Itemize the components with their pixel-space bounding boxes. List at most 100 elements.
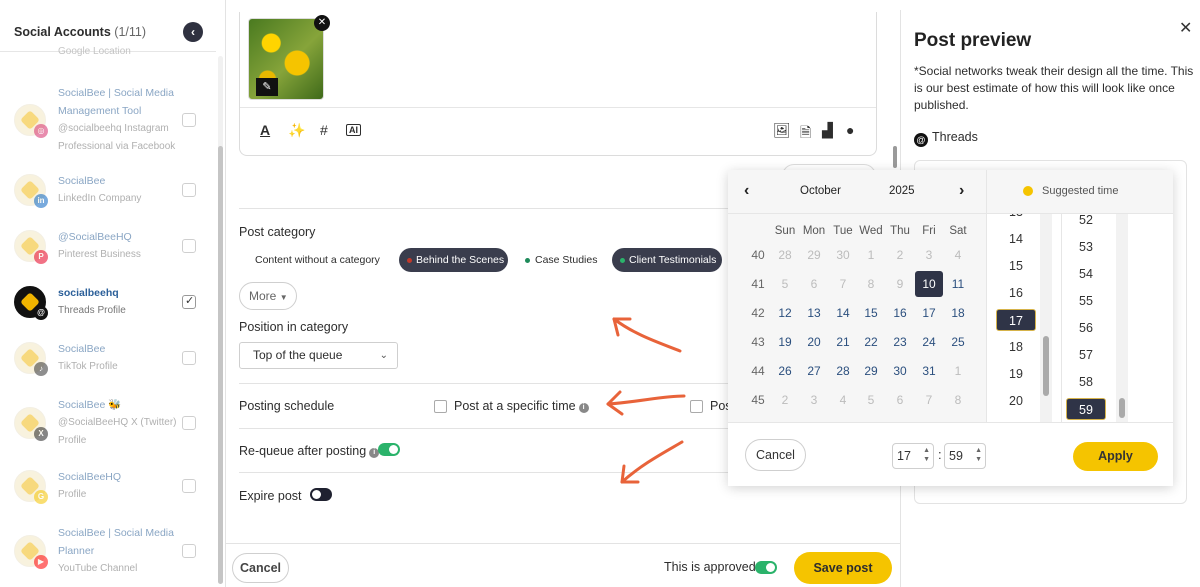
minute-option[interactable]: 53 — [1066, 236, 1106, 258]
hour-option[interactable]: 14 — [996, 228, 1036, 250]
minute-scrollbar-thumb[interactable] — [1119, 398, 1125, 418]
calendar-day[interactable]: 6 — [886, 387, 914, 413]
calendar-day[interactable]: 20 — [800, 329, 828, 355]
hashtag-icon[interactable]: # — [320, 122, 328, 138]
calendar-day[interactable]: 11 — [944, 271, 972, 297]
editor-scrollbar-thumb[interactable] — [893, 146, 897, 168]
account-checkbox[interactable] — [182, 544, 196, 558]
hour-option[interactable]: 18 — [996, 336, 1036, 358]
approved-toggle[interactable] — [755, 561, 777, 574]
account-checkbox[interactable] — [182, 479, 196, 493]
account-checkbox[interactable] — [182, 294, 196, 309]
calendar-day[interactable]: 5 — [857, 387, 885, 413]
account-checkbox[interactable] — [182, 113, 196, 127]
calendar-day[interactable]: 3 — [915, 242, 943, 268]
minute-option[interactable]: 52 — [1066, 214, 1106, 231]
calendar-day[interactable]: 16 — [886, 300, 914, 326]
second-schedule-checkbox[interactable] — [690, 400, 703, 413]
stepper-icon[interactable]: ▲ ▼ — [975, 446, 982, 464]
chevron-left-icon[interactable]: ‹ — [744, 182, 749, 200]
hour-option[interactable]: 16 — [996, 282, 1036, 304]
calendar-day[interactable]: 4 — [829, 387, 857, 413]
minute-option[interactable]: 58 — [1066, 371, 1106, 393]
calendar-day[interactable]: 30 — [829, 242, 857, 268]
magic-hashtag-icon[interactable]: ✨ — [288, 122, 305, 139]
account-checkbox[interactable] — [182, 416, 196, 430]
minute-option-selected[interactable]: 59 — [1066, 398, 1106, 420]
category-behind-the-scenes[interactable]: Behind the Scenes — [399, 248, 508, 272]
calendar-day[interactable]: 1 — [857, 242, 885, 268]
calendar-day[interactable]: 3 — [800, 387, 828, 413]
calendar-day[interactable]: 9 — [886, 271, 914, 297]
calendar-day[interactable]: 18 — [944, 300, 972, 326]
hour-option[interactable]: 15 — [996, 255, 1036, 277]
calendar-day[interactable]: 12 — [771, 300, 799, 326]
picker-cancel-button[interactable]: Cancel — [745, 439, 806, 471]
calendar-day[interactable]: 27 — [800, 358, 828, 384]
category-case-studies[interactable]: Case Studies — [522, 254, 597, 266]
calendar-day[interactable]: 2 — [771, 387, 799, 413]
calendar-year[interactable]: 2025 — [889, 185, 915, 197]
account-checkbox[interactable] — [182, 351, 196, 365]
stamp-icon[interactable]: ▟ — [822, 122, 833, 139]
minute-option[interactable]: 56 — [1066, 317, 1106, 339]
calendar-day[interactable]: 14 — [829, 300, 857, 326]
calendar-day[interactable]: 8 — [944, 387, 972, 413]
ai-icon[interactable]: AI — [346, 124, 361, 136]
calendar-day[interactable]: 7 — [829, 271, 857, 297]
chevron-left-icon[interactable]: ‹ — [183, 22, 203, 42]
requeue-toggle[interactable] — [378, 443, 400, 456]
calendar-day[interactable]: 17 — [915, 300, 943, 326]
expire-post-toggle[interactable] — [310, 488, 332, 501]
calendar-day[interactable]: 29 — [800, 242, 828, 268]
chevron-right-icon[interactable]: › — [959, 182, 964, 200]
apply-button[interactable]: Apply — [1073, 442, 1158, 471]
calendar-day[interactable]: 2 — [886, 242, 914, 268]
hour-input[interactable]: 17 ▲ ▼ — [892, 443, 934, 469]
calendar-day[interactable]: 4 — [944, 242, 972, 268]
calendar-day[interactable]: 26 — [771, 358, 799, 384]
calendar-day[interactable]: 30 — [886, 358, 914, 384]
calendar-day[interactable]: 7 — [915, 387, 943, 413]
minute-option[interactable]: 55 — [1066, 290, 1106, 312]
calendar-day[interactable]: 22 — [857, 329, 885, 355]
position-select[interactable]: Top of the queue ⌄ — [239, 342, 398, 369]
calendar-day[interactable]: 23 — [886, 329, 914, 355]
hour-option[interactable]: 20 — [996, 390, 1036, 412]
edit-media-pencil-icon[interactable]: ✎ — [256, 78, 278, 96]
cancel-button[interactable]: Cancel — [232, 553, 289, 583]
minute-input[interactable]: 59 ▲ ▼ — [944, 443, 986, 469]
remove-media-close-icon[interactable]: ✕ — [314, 15, 330, 31]
minute-option[interactable]: 54 — [1066, 263, 1106, 285]
category-content-without-category[interactable]: Content without a category — [255, 254, 380, 266]
calendar-day[interactable]: 15 — [857, 300, 885, 326]
calendar-day[interactable]: 24 — [915, 329, 943, 355]
calendar-day[interactable]: 28 — [771, 242, 799, 268]
category-client-testimonials[interactable]: Client Testimonials — [612, 248, 722, 272]
stepper-icon[interactable]: ▲ ▼ — [923, 446, 930, 464]
more-categories-button[interactable]: More ▼ — [239, 282, 297, 310]
account-checkbox[interactable] — [182, 183, 196, 197]
save-post-button[interactable]: Save post — [794, 552, 892, 584]
image-icon[interactable]: 🖼 — [773, 122, 791, 139]
calendar-day[interactable]: 29 — [857, 358, 885, 384]
text-format-icon[interactable]: A — [260, 122, 270, 138]
preview-network[interactable]: @ Threads — [914, 130, 978, 147]
emoji-icon[interactable]: ● — [846, 122, 854, 138]
calendar-day[interactable]: 5 — [771, 271, 799, 297]
calendar-month[interactable]: October — [800, 185, 841, 197]
hour-scrollbar-thumb[interactable] — [1043, 336, 1049, 396]
specific-time-checkbox[interactable] — [434, 400, 447, 413]
account-checkbox[interactable] — [182, 239, 196, 253]
info-icon[interactable]: i — [578, 403, 589, 413]
calendar-day[interactable]: 19 — [771, 329, 799, 355]
sidebar-scrollbar-thumb[interactable] — [218, 146, 223, 584]
minute-scrollbar-track[interactable] — [1116, 214, 1128, 422]
calendar-day[interactable]: 28 — [829, 358, 857, 384]
minute-option[interactable]: 57 — [1066, 344, 1106, 366]
calendar-day[interactable]: 1 — [944, 358, 972, 384]
calendar-day[interactable]: 6 — [800, 271, 828, 297]
calendar-day[interactable]: 25 — [944, 329, 972, 355]
close-icon[interactable]: ✕ — [1179, 18, 1192, 38]
hour-option-selected[interactable]: 17 — [996, 309, 1036, 331]
